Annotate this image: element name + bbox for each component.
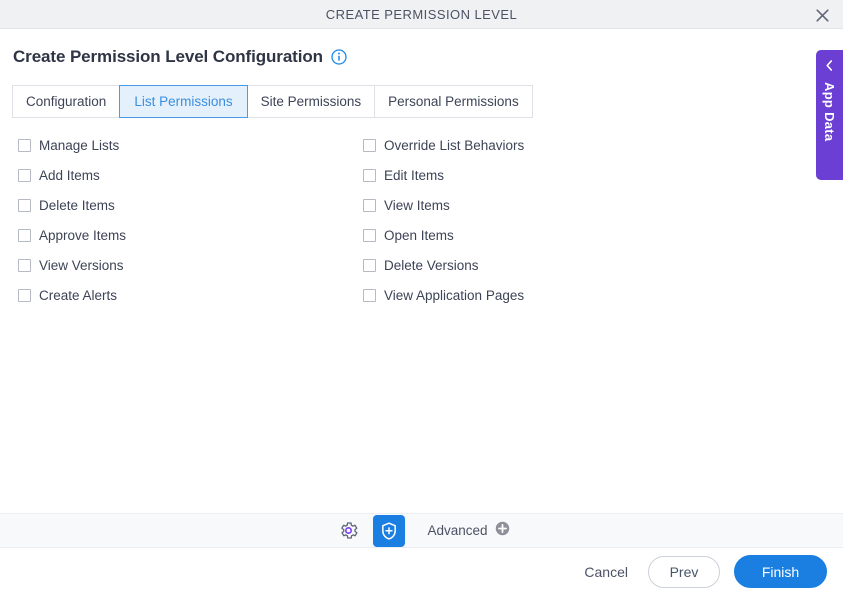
permission-row-edit-items[interactable]: Edit Items	[363, 160, 524, 190]
checkbox-view-application-pages[interactable]	[363, 288, 376, 302]
checkbox-manage-lists[interactable]	[18, 138, 31, 152]
shield-plus-icon[interactable]	[373, 514, 406, 547]
tab-site-permissions[interactable]: Site Permissions	[247, 85, 376, 118]
prev-button[interactable]: Prev	[648, 555, 720, 588]
tab-site-permissions-label: Site Permissions	[260, 94, 362, 109]
checkbox-approve-items[interactable]	[18, 228, 31, 242]
permission-label: Manage Lists	[39, 137, 120, 153]
permission-label: Create Alerts	[39, 287, 118, 303]
info-icon[interactable]	[331, 49, 347, 65]
permission-label: View Application Pages	[384, 287, 525, 303]
cancel-button[interactable]: Cancel	[578, 556, 634, 588]
app-data-panel-toggle[interactable]: App Data	[816, 50, 843, 180]
checkbox-view-items[interactable]	[363, 198, 376, 212]
checkbox-view-versions[interactable]	[18, 258, 31, 272]
permission-row-view-items[interactable]: View Items	[363, 190, 524, 220]
tab-bar: Configuration List Permissions Site Perm…	[12, 85, 533, 118]
checkbox-add-items[interactable]	[18, 168, 31, 182]
checkbox-delete-versions[interactable]	[363, 258, 376, 272]
app-data-label: App Data	[822, 82, 837, 142]
advanced-toggle[interactable]: Advanced	[427, 521, 509, 541]
permission-label: Approve Items	[39, 227, 127, 243]
permission-row-open-items[interactable]: Open Items	[363, 220, 524, 250]
permission-label: Delete Versions	[384, 257, 479, 273]
permission-row-view-versions[interactable]: View Versions	[18, 250, 126, 280]
checkbox-override-list-behaviors[interactable]	[363, 138, 376, 152]
page-title-text: Create Permission Level Configuration	[13, 47, 323, 66]
checkbox-edit-items[interactable]	[363, 168, 376, 182]
permission-row-view-application-pages[interactable]: View Application Pages	[363, 280, 524, 310]
checkbox-create-alerts[interactable]	[18, 288, 31, 302]
checkbox-delete-items[interactable]	[18, 198, 31, 212]
permission-label: View Versions	[39, 257, 124, 273]
plus-circle-icon[interactable]	[495, 521, 510, 541]
close-icon[interactable]	[809, 3, 835, 27]
window-title: CREATE PERMISSION LEVEL	[325, 7, 518, 22]
permission-label: Delete Items	[39, 197, 115, 213]
permission-label: View Items	[384, 197, 450, 213]
permission-label: Override List Behaviors	[384, 137, 525, 153]
tab-configuration-label: Configuration	[26, 94, 107, 109]
tab-personal-permissions[interactable]: Personal Permissions	[375, 85, 533, 118]
permission-label: Add Items	[39, 167, 100, 183]
page-title: Create Permission Level Configuration	[13, 47, 347, 67]
gear-icon[interactable]	[333, 516, 363, 546]
permissions-right-column: Override List Behaviors Edit Items View …	[363, 130, 524, 310]
permission-label: Open Items	[384, 227, 454, 243]
permission-row-delete-versions[interactable]: Delete Versions	[363, 250, 524, 280]
permission-row-manage-lists[interactable]: Manage Lists	[18, 130, 126, 160]
permission-label: Edit Items	[384, 167, 445, 183]
tab-list-permissions-label: List Permissions	[134, 94, 233, 109]
tab-configuration[interactable]: Configuration	[12, 85, 121, 118]
permission-row-approve-items[interactable]: Approve Items	[18, 220, 126, 250]
permissions-left-column: Manage Lists Add Items Delete Items Appr…	[18, 130, 126, 310]
bottom-toolbar: Advanced	[0, 513, 843, 548]
chevron-left-icon	[824, 59, 835, 72]
permission-row-delete-items[interactable]: Delete Items	[18, 190, 126, 220]
tab-personal-permissions-label: Personal Permissions	[388, 94, 519, 109]
dialog-footer: Cancel Prev Finish	[0, 548, 843, 595]
permission-row-override-list-behaviors[interactable]: Override List Behaviors	[363, 130, 524, 160]
checkbox-open-items[interactable]	[363, 228, 376, 242]
finish-button[interactable]: Finish	[734, 555, 827, 588]
advanced-label: Advanced	[427, 523, 488, 538]
window-titlebar: CREATE PERMISSION LEVEL	[0, 0, 843, 29]
tab-list-permissions[interactable]: List Permissions	[119, 85, 248, 118]
permission-row-create-alerts[interactable]: Create Alerts	[18, 280, 126, 310]
permission-row-add-items[interactable]: Add Items	[18, 160, 126, 190]
